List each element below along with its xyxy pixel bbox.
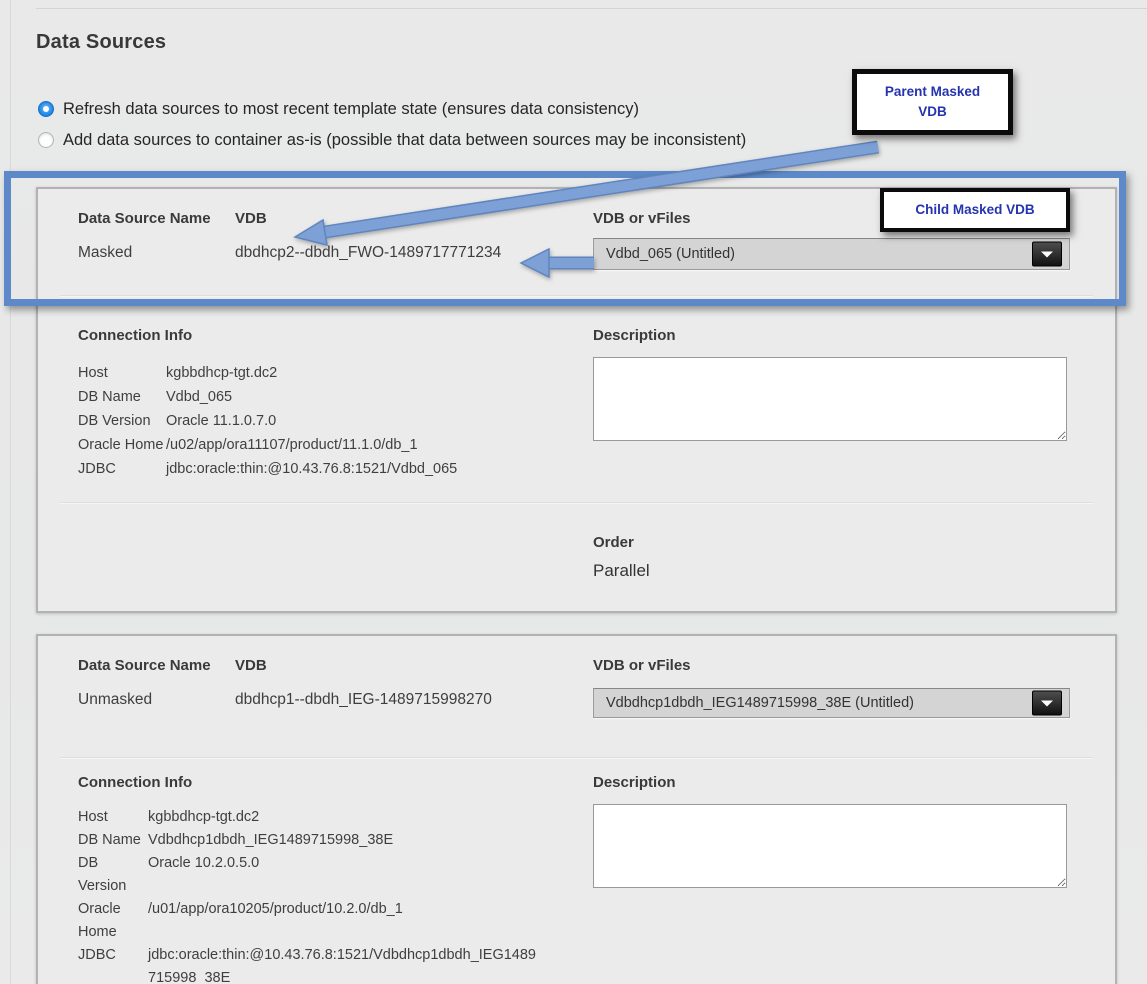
description-header: Description <box>593 327 676 344</box>
conn-label: DB Version <box>78 852 148 898</box>
conn-value: Vdbd_065 <box>166 385 232 409</box>
table-row: DB Version Oracle 11.1.0.7.0 <box>78 409 583 433</box>
conn-label: Oracle Home <box>78 433 166 457</box>
page-title: Data Sources <box>36 31 166 54</box>
table-row: Oracle Home /u01/app/ora10205/product/10… <box>78 898 558 944</box>
conn-label: Host <box>78 806 148 829</box>
divider <box>60 502 1093 504</box>
connection-info-table: Host kgbbdhcp-tgt.dc2 DB Name Vdbdhcp1db… <box>78 806 558 984</box>
vdb-or-vfiles-label: VDB or vFiles <box>593 657 691 674</box>
conn-label: Oracle Home <box>78 898 148 944</box>
conn-label: JDBC <box>78 457 166 481</box>
conn-value: Vdbdhcp1dbdh_IEG1489715998_38E <box>148 829 544 852</box>
option-refresh-data-sources[interactable]: Refresh data sources to most recent temp… <box>38 98 639 120</box>
divider <box>60 757 1093 759</box>
conn-value: kgbbdhcp-tgt.dc2 <box>148 806 544 829</box>
chevron-down-icon <box>1041 251 1053 257</box>
data-source-name-value: Unmasked <box>78 691 152 709</box>
data-source-card-masked: Data Source Name VDB Masked dbdhcp2--dbd… <box>36 187 1117 613</box>
radio-unselected-icon[interactable] <box>38 132 54 148</box>
top-divider <box>36 8 1147 9</box>
callout-parent-masked-vdb: Parent Masked VDB <box>852 69 1013 135</box>
dropdown-button[interactable] <box>1032 242 1062 267</box>
connection-info-header: Connection Info <box>78 774 192 791</box>
description-input[interactable] <box>593 357 1067 441</box>
radio-selected-icon[interactable] <box>38 101 54 117</box>
conn-value: Oracle 11.1.0.7.0 <box>166 409 276 433</box>
conn-value: jdbc:oracle:thin:@10.43.76.8:1521/Vdbd_0… <box>166 457 457 481</box>
table-row: DB Version Oracle 10.2.0.5.0 <box>78 852 558 898</box>
callout-child-masked-vdb: Child Masked VDB <box>880 188 1070 232</box>
conn-label: DB Version <box>78 409 166 433</box>
data-source-name-value: Masked <box>78 244 132 262</box>
table-row: DB Name Vdbdhcp1dbdh_IEG1489715998_38E <box>78 829 558 852</box>
column-header-data-source-name: Data Source Name <box>78 657 211 674</box>
data-sources-page: Data Sources Refresh data sources to mos… <box>0 0 1147 984</box>
conn-value: /u01/app/ora10205/product/10.2.0/db_1 <box>148 898 544 921</box>
vdb-value: dbdhcp2--dbdh_FWO-1489717771234 <box>235 244 501 262</box>
conn-label: DB Name <box>78 385 166 409</box>
conn-label: Host <box>78 361 166 385</box>
column-header-data-source-name: Data Source Name <box>78 210 211 227</box>
chevron-down-icon <box>1041 700 1053 706</box>
callout-text: Parent Masked VDB <box>877 82 989 121</box>
vdb-or-vfiles-label: VDB or vFiles <box>593 210 691 227</box>
conn-value: kgbbdhcp-tgt.dc2 <box>166 361 277 385</box>
divider <box>60 295 1093 297</box>
conn-value: /u02/app/ora11107/product/11.1.0/db_1 <box>166 433 418 457</box>
conn-value: jdbc:oracle:thin:@10.43.76.8:1521/Vdbdhc… <box>148 944 544 984</box>
table-row: DB Name Vdbd_065 <box>78 385 583 409</box>
description-header: Description <box>593 774 676 791</box>
vdb-select[interactable]: Vdbd_065 (Untitled) <box>593 238 1070 270</box>
table-row: JDBC jdbc:oracle:thin:@10.43.76.8:1521/V… <box>78 944 558 984</box>
table-row: Host kgbbdhcp-tgt.dc2 <box>78 361 583 385</box>
description-input[interactable] <box>593 804 1067 888</box>
connection-info-table: Host kgbbdhcp-tgt.dc2 DB Name Vdbd_065 D… <box>78 361 583 481</box>
conn-value: Oracle 10.2.0.5.0 <box>148 852 544 875</box>
vdb-value: dbdhcp1--dbdh_IEG-1489715998270 <box>235 691 492 709</box>
vdb-select[interactable]: Vdbdhcp1dbdh_IEG1489715998_38E (Untitled… <box>593 688 1070 718</box>
dropdown-button[interactable] <box>1032 691 1062 716</box>
option-add-data-sources[interactable]: Add data sources to container as-is (pos… <box>38 129 746 151</box>
callout-text: Child Masked VDB <box>915 200 1034 220</box>
vdb-select-value: Vdbd_065 (Untitled) <box>606 239 735 269</box>
table-row: Oracle Home /u02/app/ora11107/product/11… <box>78 433 583 457</box>
left-edge-divider <box>10 0 11 984</box>
column-header-vdb: VDB <box>235 210 267 227</box>
conn-label: DB Name <box>78 829 148 852</box>
conn-label: JDBC <box>78 944 148 967</box>
table-row: JDBC jdbc:oracle:thin:@10.43.76.8:1521/V… <box>78 457 583 481</box>
option-label[interactable]: Add data sources to container as-is (pos… <box>63 131 746 150</box>
option-label[interactable]: Refresh data sources to most recent temp… <box>63 100 639 119</box>
vdb-select-value: Vdbdhcp1dbdh_IEG1489715998_38E (Untitled… <box>606 689 914 717</box>
column-header-vdb: VDB <box>235 657 267 674</box>
data-source-card-unmasked: Data Source Name VDB Unmasked dbdhcp1--d… <box>36 634 1117 984</box>
connection-info-header: Connection Info <box>78 327 192 344</box>
table-row: Host kgbbdhcp-tgt.dc2 <box>78 806 558 829</box>
order-header: Order <box>593 534 634 551</box>
order-value: Parallel <box>593 561 650 581</box>
